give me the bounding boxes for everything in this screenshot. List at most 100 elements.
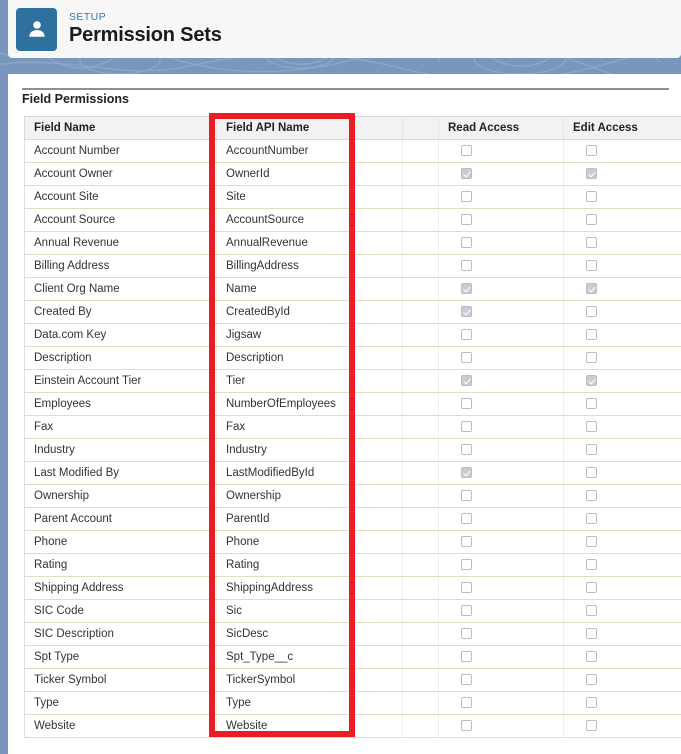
cell-read-access-checkbox[interactable]: [438, 415, 564, 439]
cell-read-access-checkbox[interactable]: [438, 300, 564, 324]
cell-read-access-checkbox[interactable]: [438, 507, 564, 531]
read-access-checkbox[interactable]: [461, 559, 472, 571]
cell-edit-access-checkbox[interactable]: [563, 392, 681, 416]
edit-access-checkbox[interactable]: [586, 467, 597, 479]
read-access-checkbox[interactable]: [461, 237, 472, 249]
read-access-checkbox[interactable]: [461, 191, 472, 203]
cell-read-access-checkbox[interactable]: [438, 645, 564, 669]
read-access-checkbox[interactable]: [461, 490, 472, 502]
read-access-checkbox[interactable]: [461, 720, 472, 732]
cell-read-access-checkbox[interactable]: [438, 254, 564, 278]
cell-edit-access-checkbox[interactable]: [563, 277, 681, 301]
cell-read-access-checkbox[interactable]: [438, 576, 564, 600]
cell-read-access-checkbox[interactable]: [438, 599, 564, 623]
edit-access-checkbox[interactable]: [586, 513, 597, 525]
read-access-checkbox[interactable]: [461, 260, 472, 272]
read-access-checkbox[interactable]: [461, 329, 472, 341]
cell-read-access-checkbox[interactable]: [438, 139, 564, 163]
cell-edit-access-checkbox[interactable]: [563, 162, 681, 186]
cell-read-access-checkbox[interactable]: [438, 461, 564, 485]
cell-edit-access-checkbox[interactable]: [563, 254, 681, 278]
read-access-checkbox[interactable]: [461, 674, 472, 686]
column-header-read-access[interactable]: Read Access: [438, 116, 564, 140]
read-access-checkbox[interactable]: [461, 421, 472, 433]
read-access-checkbox[interactable]: [461, 444, 472, 456]
cell-read-access-checkbox[interactable]: [438, 346, 564, 370]
edit-access-checkbox[interactable]: [586, 375, 597, 387]
read-access-checkbox[interactable]: [461, 651, 472, 663]
cell-read-access-checkbox[interactable]: [438, 185, 564, 209]
edit-access-checkbox[interactable]: [586, 145, 597, 157]
cell-read-access-checkbox[interactable]: [438, 622, 564, 646]
edit-access-checkbox[interactable]: [586, 237, 597, 249]
cell-edit-access-checkbox[interactable]: [563, 622, 681, 646]
edit-access-checkbox[interactable]: [586, 720, 597, 732]
read-access-checkbox[interactable]: [461, 628, 472, 640]
cell-read-access-checkbox[interactable]: [438, 668, 564, 692]
column-header-field-api-name[interactable]: Field API Name: [216, 116, 403, 140]
cell-read-access-checkbox[interactable]: [438, 714, 564, 738]
cell-edit-access-checkbox[interactable]: [563, 599, 681, 623]
edit-access-checkbox[interactable]: [586, 697, 597, 709]
cell-edit-access-checkbox[interactable]: [563, 461, 681, 485]
cell-read-access-checkbox[interactable]: [438, 484, 564, 508]
edit-access-checkbox[interactable]: [586, 306, 597, 318]
read-access-checkbox[interactable]: [461, 605, 472, 617]
cell-read-access-checkbox[interactable]: [438, 553, 564, 577]
cell-edit-access-checkbox[interactable]: [563, 323, 681, 347]
edit-access-checkbox[interactable]: [586, 398, 597, 410]
cell-read-access-checkbox[interactable]: [438, 208, 564, 232]
cell-edit-access-checkbox[interactable]: [563, 530, 681, 554]
cell-read-access-checkbox[interactable]: [438, 438, 564, 462]
read-access-checkbox[interactable]: [461, 352, 472, 364]
read-access-checkbox[interactable]: [461, 145, 472, 157]
cell-read-access-checkbox[interactable]: [438, 392, 564, 416]
read-access-checkbox[interactable]: [461, 697, 472, 709]
cell-edit-access-checkbox[interactable]: [563, 139, 681, 163]
cell-read-access-checkbox[interactable]: [438, 162, 564, 186]
read-access-checkbox[interactable]: [461, 214, 472, 226]
edit-access-checkbox[interactable]: [586, 605, 597, 617]
cell-edit-access-checkbox[interactable]: [563, 208, 681, 232]
cell-edit-access-checkbox[interactable]: [563, 438, 681, 462]
edit-access-checkbox[interactable]: [586, 283, 597, 295]
edit-access-checkbox[interactable]: [586, 444, 597, 456]
cell-edit-access-checkbox[interactable]: [563, 576, 681, 600]
cell-edit-access-checkbox[interactable]: [563, 668, 681, 692]
read-access-checkbox[interactable]: [461, 582, 472, 594]
cell-read-access-checkbox[interactable]: [438, 277, 564, 301]
edit-access-checkbox[interactable]: [586, 329, 597, 341]
cell-edit-access-checkbox[interactable]: [563, 300, 681, 324]
edit-access-checkbox[interactable]: [586, 674, 597, 686]
edit-access-checkbox[interactable]: [586, 490, 597, 502]
cell-read-access-checkbox[interactable]: [438, 323, 564, 347]
edit-access-checkbox[interactable]: [586, 559, 597, 571]
cell-edit-access-checkbox[interactable]: [563, 645, 681, 669]
cell-edit-access-checkbox[interactable]: [563, 231, 681, 255]
cell-edit-access-checkbox[interactable]: [563, 691, 681, 715]
edit-access-checkbox[interactable]: [586, 651, 597, 663]
cell-edit-access-checkbox[interactable]: [563, 415, 681, 439]
edit-access-checkbox[interactable]: [586, 168, 597, 180]
edit-access-checkbox[interactable]: [586, 628, 597, 640]
cell-edit-access-checkbox[interactable]: [563, 507, 681, 531]
read-access-checkbox[interactable]: [461, 375, 472, 387]
edit-access-checkbox[interactable]: [586, 214, 597, 226]
read-access-checkbox[interactable]: [461, 513, 472, 525]
edit-access-checkbox[interactable]: [586, 536, 597, 548]
cell-edit-access-checkbox[interactable]: [563, 369, 681, 393]
cell-edit-access-checkbox[interactable]: [563, 714, 681, 738]
edit-access-checkbox[interactable]: [586, 352, 597, 364]
cell-edit-access-checkbox[interactable]: [563, 185, 681, 209]
read-access-checkbox[interactable]: [461, 398, 472, 410]
read-access-checkbox[interactable]: [461, 306, 472, 318]
cell-read-access-checkbox[interactable]: [438, 369, 564, 393]
cell-read-access-checkbox[interactable]: [438, 530, 564, 554]
edit-access-checkbox[interactable]: [586, 421, 597, 433]
read-access-checkbox[interactable]: [461, 536, 472, 548]
cell-read-access-checkbox[interactable]: [438, 231, 564, 255]
read-access-checkbox[interactable]: [461, 168, 472, 180]
edit-access-checkbox[interactable]: [586, 191, 597, 203]
edit-access-checkbox[interactable]: [586, 260, 597, 272]
read-access-checkbox[interactable]: [461, 283, 472, 295]
